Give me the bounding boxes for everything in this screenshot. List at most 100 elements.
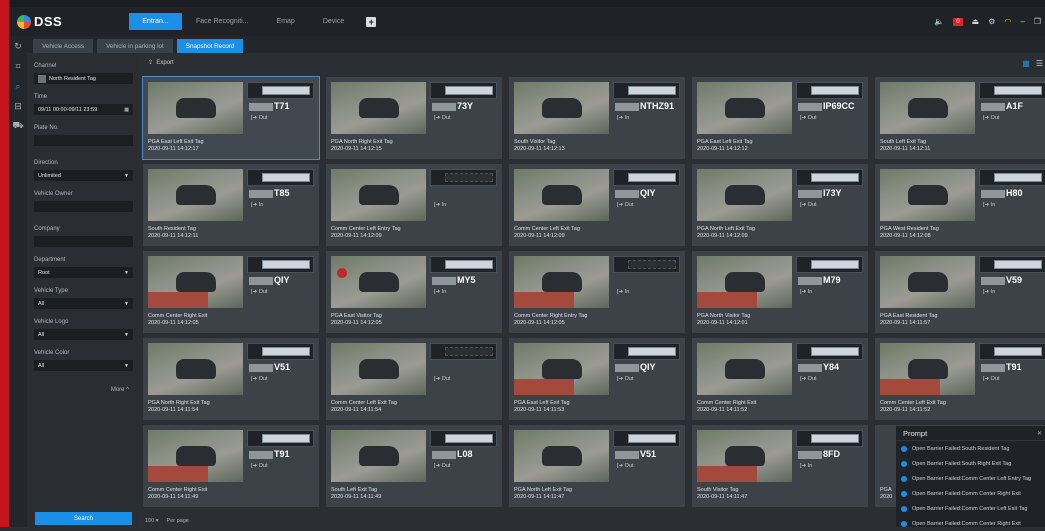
vehicle-snapshot-image[interactable] <box>514 343 609 395</box>
vehicle-snapshot-image[interactable] <box>148 82 243 134</box>
volume-icon[interactable]: 🔈 <box>934 17 944 26</box>
snapshot-card[interactable]: T91 [➜ Out Comm Center Left Exit Tag 2020-0… <box>875 338 1045 420</box>
snapshot-card[interactable]: M79 [➜ In PGA North Visitor Tag 2020-09-11 … <box>692 251 868 333</box>
user-icon[interactable]: ⏏ <box>972 17 980 26</box>
calendar-icon[interactable]: ▦ <box>124 107 129 113</box>
snapshot-card[interactable]: QIY [➜ Out Comm Center Right Exit 2020-09-1… <box>143 251 319 333</box>
vehicle-snapshot-image[interactable] <box>880 82 975 134</box>
prompt-item[interactable]: Open Barrier Failed:South Resident Tag <box>896 441 1045 456</box>
snapshot-card[interactable]: IP69CC [➜ Out PGA East Left Exit Tag 2020-0… <box>692 77 868 159</box>
alarm-count-badge[interactable]: 0 <box>953 17 963 26</box>
vehicle-type-select[interactable]: All ▼ <box>34 298 133 309</box>
more-toggle[interactable]: More ^ <box>34 387 133 393</box>
vehicle-snapshot-image[interactable] <box>331 82 426 134</box>
snapshot-card[interactable]: [➜ In Comm Center Right Entry Tag 2020-09-… <box>509 251 685 333</box>
prompt-item[interactable]: Open Barrier Failed:Comm Center Left Exi… <box>896 501 1045 516</box>
snapshot-card[interactable]: V51 [➜ Out PGA North Right Exit Tag 2020-09… <box>143 338 319 420</box>
scan-icon[interactable]: ⌗ <box>9 56 27 76</box>
time-range-field[interactable]: 09/11 00:00-09/11 23:59 ▦ <box>34 104 133 115</box>
vehicle-snapshot-image[interactable] <box>514 82 609 134</box>
snapshot-card[interactable]: NTHZ91 [➜ In South Visitor Tag 2020-09-11 1… <box>509 77 685 159</box>
snapshot-card[interactable]: MY5 [➜ In PGA East Visitor Tag 2020-09-11 1… <box>326 251 502 333</box>
parking-icon[interactable]: ⊟ <box>9 96 27 116</box>
snapshot-card[interactable]: I73Y [➜ Out PGA North Left Exit Tag 2020-09… <box>692 164 868 246</box>
channel-name: PGA North Right Exit Tag <box>148 400 210 406</box>
company-input[interactable] <box>34 236 133 247</box>
department-select[interactable]: Root ▼ <box>34 267 133 278</box>
snapshot-card[interactable]: 73Y [➜ Out PGA North Right Exit Tag 2020-09… <box>326 77 502 159</box>
minimize-icon[interactable]: – <box>1020 17 1024 26</box>
vehicle-snapshot-image[interactable] <box>331 256 426 308</box>
plate-crop <box>628 86 676 95</box>
direction-indicator: [➜ Out <box>434 463 451 469</box>
grid-view-icon[interactable]: ▦ <box>1022 59 1030 68</box>
plate-label: Plate No. <box>34 125 59 131</box>
prompt-item[interactable]: Open Barrier Failed:South Right Exit Tag <box>896 456 1045 471</box>
snapshot-card[interactable]: T85 [➜ In South Resident Tag 2020-09-11 14:… <box>143 164 319 246</box>
prompt-item[interactable]: Open Barrier Failed:Comm Center Left Ent… <box>896 471 1045 486</box>
search-button[interactable]: Search <box>35 512 132 525</box>
direction-indicator: [➜ Out <box>251 115 268 121</box>
close-icon[interactable]: ✕ <box>1037 430 1042 437</box>
vehicle-snapshot-image[interactable] <box>697 430 792 482</box>
vehicle-snapshot-image[interactable] <box>148 343 243 395</box>
snapshot-card[interactable]: A1F [➜ Out South Left Exit Tag 2020-09-11 1… <box>875 77 1045 159</box>
vehicle-icon[interactable]: ⛟ <box>9 116 27 136</box>
snapshot-card[interactable]: [➜ In Comm Center Left Entry Tag 2020-09-1… <box>326 164 502 246</box>
direction-select[interactable]: Unlimited ▼ <box>34 170 133 181</box>
export-button[interactable]: ⇪ Export <box>148 59 174 66</box>
prompt-item[interactable]: Open Barrier Failed:Comm Center Right Ex… <box>896 486 1045 501</box>
list-view-icon[interactable]: ☰ <box>1036 59 1043 68</box>
tab-snapshot-record[interactable]: Snapshot Record <box>176 39 244 53</box>
add-tab-button[interactable]: + <box>366 16 377 27</box>
vehicle-snapshot-image[interactable] <box>514 256 609 308</box>
snapshot-card[interactable]: V51 [➜ Out PGA North Left Exit Tag 2020-09-… <box>509 425 685 507</box>
tab-face-recognition[interactable]: Face Recogniti... <box>182 13 263 30</box>
snapshot-card[interactable]: 8FD [➜ In South Visitor Tag 2020-09-11 14:1… <box>692 425 868 507</box>
vehicle-snapshot-image[interactable] <box>331 430 426 482</box>
plate-image <box>430 256 497 273</box>
plate-crop <box>811 434 859 443</box>
vehicle-snapshot-image[interactable] <box>697 343 792 395</box>
snapshot-card[interactable]: QIY [➜ Out PGA East Left Exit Tag 2020-09-1… <box>509 338 685 420</box>
refresh-icon[interactable]: ↻ <box>9 36 27 56</box>
tab-entrance[interactable]: Entran... <box>129 13 182 30</box>
vehicle-snapshot-image[interactable] <box>148 430 243 482</box>
snapshot-card[interactable]: QIY [➜ Out Comm Center Left Exit Tag 2020-0… <box>509 164 685 246</box>
vehicle-snapshot-image[interactable] <box>148 256 243 308</box>
tab-emap[interactable]: Emap <box>263 13 309 30</box>
plate-input[interactable] <box>34 135 133 146</box>
snapshot-card[interactable]: Y84 [➜ Out Comm Center Right Exit 2020-09-1… <box>692 338 868 420</box>
vehicle-snapshot-image[interactable] <box>331 343 426 395</box>
search-record-icon[interactable]: ⌕ <box>9 76 27 96</box>
vehicle-snapshot-image[interactable] <box>697 169 792 221</box>
vehicle-snapshot-image[interactable] <box>697 82 792 134</box>
vehicle-snapshot-image[interactable] <box>148 169 243 221</box>
vehicle-snapshot-image[interactable] <box>880 343 975 395</box>
vehicle-snapshot-image[interactable] <box>331 169 426 221</box>
plate-number-text: T85 <box>274 188 290 198</box>
prompt-item[interactable]: Open Barrier Failed:Comm Center Right Ex… <box>896 516 1045 531</box>
vehicle-snapshot-image[interactable] <box>514 169 609 221</box>
vehicle-color-select[interactable]: All ▼ <box>34 360 133 371</box>
snapshot-card[interactable]: H80 [➜ In PGA West Resident Tag 2020-09-11 … <box>875 164 1045 246</box>
channel-field[interactable]: North Resident Tag <box>34 73 133 84</box>
snapshot-card[interactable]: V59 [➜ In PGA East Resident Tag 2020-09-11 … <box>875 251 1045 333</box>
network-icon[interactable]: ◠ <box>1004 17 1011 26</box>
restore-icon[interactable]: ❐ <box>1034 17 1041 26</box>
snapshot-card[interactable]: [➜ Out Comm Center Left Exit Tag 2020-09-1… <box>326 338 502 420</box>
vehicle-logo-select[interactable]: All ▼ <box>34 329 133 340</box>
tab-device[interactable]: Device <box>309 13 358 30</box>
per-page-select[interactable]: 100 ▾ <box>145 518 158 524</box>
vehicle-snapshot-image[interactable] <box>880 256 975 308</box>
tab-vehicle-access[interactable]: Vehicle Access <box>33 39 94 53</box>
vehicle-snapshot-image[interactable] <box>880 169 975 221</box>
tab-vehicle-in-parking-lot[interactable]: Vehicle in parking lot <box>97 39 173 53</box>
snapshot-card[interactable]: L08 [➜ Out South Left Exit Tag 2020-09-11 1… <box>326 425 502 507</box>
owner-input[interactable] <box>34 201 133 212</box>
gear-icon[interactable]: ⚙ <box>988 17 995 26</box>
snapshot-card[interactable]: T91 [➜ Out Comm Center Right Exit 2020-09-1… <box>143 425 319 507</box>
vehicle-snapshot-image[interactable] <box>697 256 792 308</box>
vehicle-snapshot-image[interactable] <box>514 430 609 482</box>
snapshot-card[interactable]: T71 [➜ Out PGA East Left Exit Tag 2020-09-1… <box>142 76 320 160</box>
